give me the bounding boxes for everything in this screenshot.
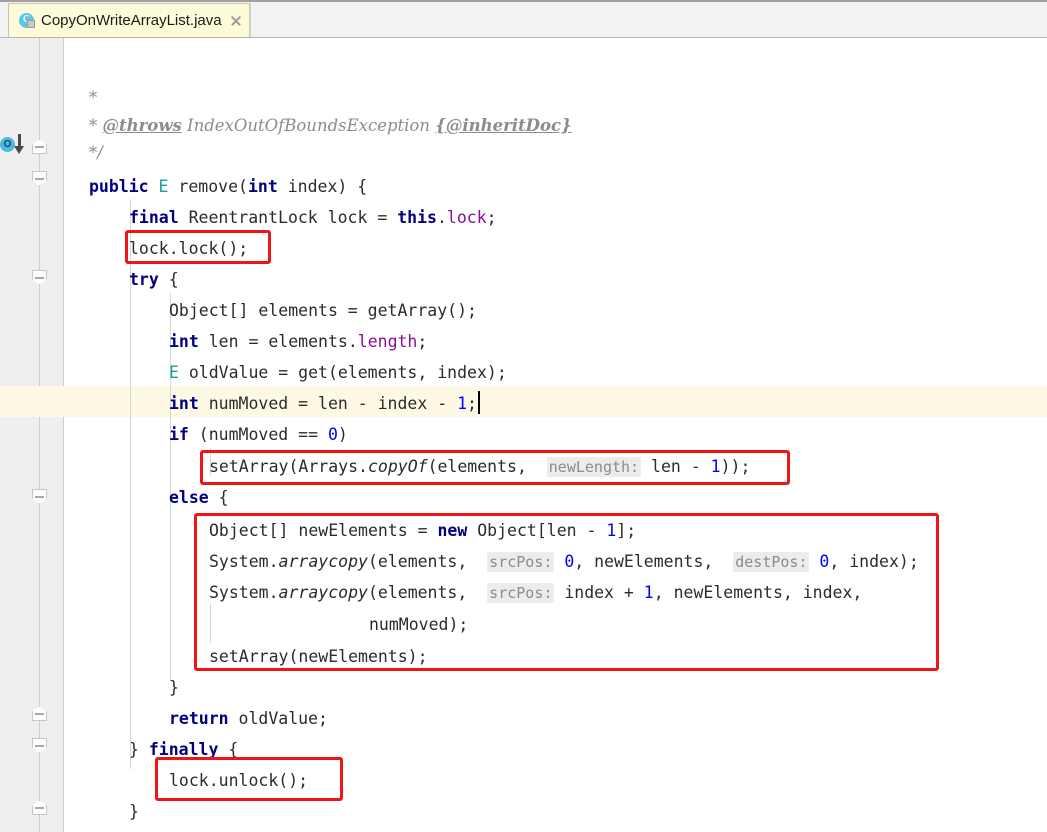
field-token: lock bbox=[446, 208, 487, 227]
code-line[interactable]: } bbox=[169, 672, 179, 703]
readonly-lock-icon bbox=[27, 19, 35, 28]
static-method-token: arraycopy bbox=[278, 583, 368, 602]
keyword-token: if bbox=[169, 425, 189, 444]
editor-tab-bar: C CopyOnWriteArrayList.java bbox=[0, 0, 1047, 38]
keyword-token: new bbox=[437, 521, 468, 540]
code-line[interactable]: if (numMoved == 0) bbox=[169, 419, 348, 450]
type-parameter-token: E bbox=[158, 177, 169, 196]
code-line[interactable]: setArray(newElements); bbox=[209, 641, 428, 672]
javadoc-comment: * @throws IndexOutOfBoundsException {@in… bbox=[89, 116, 572, 135]
number-token: 1 bbox=[710, 457, 721, 476]
keyword-token: int bbox=[247, 177, 278, 196]
code-line[interactable]: int numMoved = len - index - 1; bbox=[169, 388, 477, 419]
code-line[interactable]: else { bbox=[169, 482, 229, 513]
parameter-hint: newLength: bbox=[546, 457, 642, 477]
number-token: 1 bbox=[643, 583, 654, 602]
code-line[interactable]: Object[] elements = getArray(); bbox=[169, 295, 477, 326]
parameter-hint: destPos: bbox=[733, 552, 810, 572]
code-line[interactable]: numMoved); bbox=[369, 609, 468, 640]
code-text-area[interactable]: * * @throws IndexOutOfBoundsException {@i… bbox=[0, 38, 1047, 832]
keyword-token: finally bbox=[148, 740, 219, 759]
code-line[interactable]: } bbox=[89, 827, 99, 832]
keyword-token: try bbox=[129, 270, 159, 289]
keyword-token: final bbox=[129, 208, 179, 227]
keyword-token: public bbox=[89, 177, 149, 196]
keyword-token: int bbox=[169, 332, 199, 351]
code-line[interactable]: System.arraycopy(elements, srcPos: 0, ne… bbox=[209, 546, 919, 577]
code-line[interactable]: */ bbox=[89, 137, 103, 168]
code-line[interactable]: * @throws IndexOutOfBoundsException {@in… bbox=[89, 110, 572, 141]
code-line[interactable]: return oldValue; bbox=[169, 703, 328, 734]
editor-tab-label: CopyOnWriteArrayList.java bbox=[41, 12, 222, 29]
text-caret bbox=[478, 391, 480, 414]
close-icon[interactable] bbox=[229, 14, 243, 28]
window-top-border bbox=[0, 0, 1047, 2]
number-token: 1 bbox=[457, 394, 468, 413]
keyword-token: this bbox=[397, 208, 437, 227]
code-line[interactable]: } finally { bbox=[129, 734, 238, 765]
parameter-hint: srcPos: bbox=[487, 583, 555, 603]
code-line[interactable]: try { bbox=[129, 264, 179, 295]
number-token: 1 bbox=[606, 521, 617, 540]
javadoc-inheritdoc-tag: {@inheritDoc} bbox=[435, 116, 572, 135]
code-line[interactable]: setArray(Arrays.copyOf(elements, newLeng… bbox=[209, 451, 750, 482]
code-editor[interactable]: O * * @throws IndexOutOfBoundsException {… bbox=[0, 38, 1047, 832]
javadoc-comment: * bbox=[89, 88, 98, 107]
java-class-icon: C bbox=[19, 12, 35, 29]
code-line[interactable]: public E remove(int index) { bbox=[89, 171, 367, 202]
static-method-token: copyOf bbox=[367, 457, 428, 476]
number-token: 0 bbox=[327, 425, 338, 444]
code-line[interactable]: System.arraycopy(elements, srcPos: index… bbox=[209, 577, 862, 608]
editor-tab-copyonwritearraylist[interactable]: C CopyOnWriteArrayList.java bbox=[8, 3, 250, 37]
static-method-token: arraycopy bbox=[278, 552, 368, 571]
field-token: length bbox=[357, 332, 418, 351]
code-line[interactable]: * bbox=[89, 82, 97, 113]
code-line[interactable]: Object[] newElements = new Object[len - … bbox=[209, 515, 636, 546]
number-token: 0 bbox=[564, 552, 575, 571]
keyword-token: int bbox=[169, 394, 199, 413]
keyword-token: else bbox=[169, 488, 209, 507]
code-line[interactable]: lock.unlock(); bbox=[169, 765, 308, 796]
number-token: 0 bbox=[819, 552, 830, 571]
tab-bar-filler bbox=[249, 3, 1047, 37]
code-line[interactable]: int len = elements.length; bbox=[169, 326, 427, 357]
code-line[interactable]: final ReentrantLock lock = this.lock; bbox=[129, 202, 497, 233]
keyword-token: return bbox=[169, 709, 229, 728]
javadoc-throws-tag: @throws bbox=[102, 116, 182, 135]
code-line[interactable]: } bbox=[129, 796, 139, 827]
parameter-hint: srcPos: bbox=[487, 552, 555, 572]
javadoc-comment: */ bbox=[89, 143, 103, 162]
type-parameter-token: E bbox=[169, 363, 179, 382]
code-line[interactable]: lock.lock(); bbox=[129, 233, 248, 264]
code-line[interactable]: E oldValue = get(elements, index); bbox=[169, 357, 507, 388]
